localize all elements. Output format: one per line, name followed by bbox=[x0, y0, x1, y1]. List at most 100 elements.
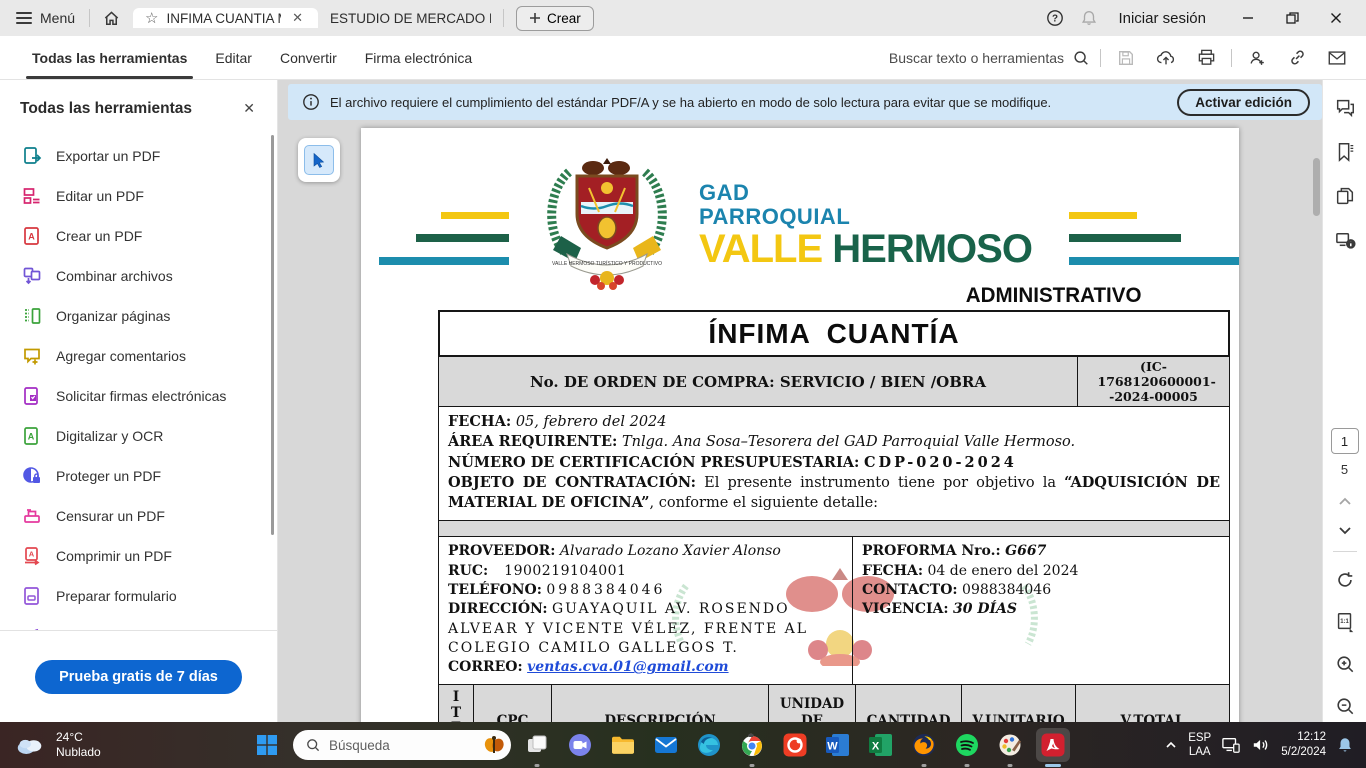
excel-icon: X bbox=[868, 732, 894, 758]
provider-ruc: RUC:1900219104001 bbox=[448, 562, 843, 581]
order-header-row: No. DE ORDEN DE COMPRA: SERVICIO / BIEN … bbox=[438, 357, 1230, 407]
language-indicator[interactable]: ESP LAA bbox=[1188, 731, 1211, 760]
zoom-out-button[interactable] bbox=[1323, 686, 1366, 726]
sidebar-item-comentarios[interactable]: Agregar comentarios bbox=[0, 336, 269, 376]
chrome-button[interactable] bbox=[735, 728, 769, 762]
document-title: ÍNFIMA CUANTÍA bbox=[708, 318, 959, 350]
sidebar-close-icon[interactable]: ✕ bbox=[239, 98, 259, 119]
free-trial-button[interactable]: Prueba gratis de 7 días bbox=[35, 660, 242, 694]
firefox-button[interactable] bbox=[907, 728, 941, 762]
select-tool-widget[interactable] bbox=[298, 138, 340, 182]
toolbar-tab-label: Todas las herramientas bbox=[32, 50, 187, 66]
bookmarks-panel-button[interactable] bbox=[1323, 132, 1366, 172]
enable-editing-button[interactable]: Activar edición bbox=[1177, 89, 1310, 116]
home-button[interactable] bbox=[90, 9, 133, 28]
taskbar-search[interactable]: Búsqueda bbox=[293, 730, 511, 760]
sidebar-item-formulario[interactable]: Preparar formulario bbox=[0, 576, 269, 616]
share-people-button[interactable] bbox=[1242, 43, 1272, 73]
close-button[interactable] bbox=[1316, 2, 1356, 34]
save-button[interactable] bbox=[1111, 43, 1141, 73]
edge-button[interactable] bbox=[692, 728, 726, 762]
toolbar-tab-convertir[interactable]: Convertir bbox=[266, 36, 351, 79]
toolbar-tab-todas[interactable]: Todas las herramientas bbox=[18, 36, 201, 79]
tab-infima-cuantia[interactable]: ☆ INFIMA CUANTIA MA... ✕ bbox=[133, 8, 318, 28]
sidebar-item-censurar[interactable]: Censurar un PDF bbox=[0, 496, 269, 536]
word-button[interactable]: W bbox=[821, 728, 855, 762]
sign-in-button[interactable]: Iniciar sesión bbox=[1118, 10, 1206, 27]
sidebar-item-firmas[interactable]: Solicitar firmas electrónicas bbox=[0, 376, 269, 416]
sidebar-scrollbar[interactable] bbox=[271, 135, 274, 535]
sidebar-item-label: Digitalizar y OCR bbox=[56, 428, 163, 444]
sidebar-tool-list: Exportar un PDF Editar un PDF A Crear un… bbox=[0, 136, 269, 630]
acrobat-button[interactable] bbox=[1036, 728, 1070, 762]
print-production-button[interactable] bbox=[1323, 220, 1366, 260]
page-thumbnails-button[interactable] bbox=[1323, 176, 1366, 216]
sidebar-item-editar[interactable]: Editar un PDF bbox=[0, 176, 269, 216]
clock[interactable]: 12:12 5/2/2024 bbox=[1281, 730, 1326, 760]
comments-panel-button[interactable] bbox=[1323, 88, 1366, 128]
task-view-button[interactable] bbox=[520, 728, 554, 762]
page-number-input[interactable]: 1 bbox=[1331, 428, 1359, 454]
email-button[interactable] bbox=[1322, 43, 1352, 73]
titlebar: Menú ☆ INFIMA CUANTIA MA... ✕ ESTUDIO DE… bbox=[0, 0, 1366, 36]
tab-close-icon[interactable]: ✕ bbox=[289, 8, 306, 28]
notification-center-button[interactable] bbox=[1336, 736, 1354, 754]
firefox-icon bbox=[911, 732, 937, 758]
sidebar-item-comprimir[interactable]: A Comprimir un PDF bbox=[0, 536, 269, 576]
chat-teams-button[interactable] bbox=[563, 728, 597, 762]
fit-page-button[interactable]: 1:1 bbox=[1323, 602, 1366, 642]
letterhead-bar bbox=[441, 212, 509, 219]
print-button[interactable] bbox=[1191, 43, 1221, 73]
create-tab-button[interactable]: Crear bbox=[516, 6, 594, 31]
notifications-button[interactable] bbox=[1074, 3, 1104, 33]
rotate-refresh-button[interactable] bbox=[1323, 560, 1366, 600]
document-pane: El archivo requiere el cumplimiento del … bbox=[278, 80, 1322, 722]
adobe-express-button[interactable] bbox=[778, 728, 812, 762]
col-cantidad: CANTIDAD bbox=[856, 685, 962, 722]
document-scrollbar[interactable] bbox=[1313, 158, 1320, 216]
help-button[interactable]: ? bbox=[1040, 3, 1070, 33]
divider bbox=[1100, 49, 1101, 67]
sidebar-item-ocr[interactable]: A Digitalizar y OCR bbox=[0, 416, 269, 456]
mail-button[interactable] bbox=[649, 728, 683, 762]
excel-button[interactable]: X bbox=[864, 728, 898, 762]
tray-chevron-button[interactable] bbox=[1164, 738, 1178, 752]
toolbar-tab-firma[interactable]: Firma electrónica bbox=[351, 36, 486, 79]
minimize-button[interactable] bbox=[1228, 2, 1268, 34]
restore-button[interactable] bbox=[1272, 2, 1312, 34]
taskbar-weather[interactable]: 24°C Nublado bbox=[0, 730, 250, 760]
sidebar-item-proteger[interactable]: Proteger un PDF bbox=[0, 456, 269, 496]
windows-logo-icon bbox=[256, 734, 278, 756]
export-pdf-icon bbox=[22, 146, 42, 166]
spotify-button[interactable] bbox=[950, 728, 984, 762]
sidebar-item-crear[interactable]: A Crear un PDF bbox=[0, 216, 269, 256]
previous-page-button[interactable] bbox=[1323, 489, 1366, 515]
tab-estudio-mercado[interactable]: ESTUDIO DE MERCADO M... bbox=[318, 11, 503, 26]
sidebar-item-rellenar[interactable]: Rellenar y firmar bbox=[0, 616, 269, 630]
start-button[interactable] bbox=[250, 728, 284, 762]
refresh-icon bbox=[1335, 570, 1355, 590]
cloud-upload-icon bbox=[1156, 48, 1176, 68]
email-link[interactable]: ventas.cva.01@gmail.com bbox=[527, 659, 728, 675]
zoom-in-button[interactable] bbox=[1323, 644, 1366, 684]
language-bottom: LAA bbox=[1188, 745, 1211, 759]
sidebar-item-organizar[interactable]: Organizar páginas bbox=[0, 296, 269, 336]
toolbar-tab-label: Convertir bbox=[280, 50, 337, 66]
toolbar-tab-label: Firma electrónica bbox=[365, 50, 472, 66]
upload-cloud-button[interactable] bbox=[1151, 43, 1181, 73]
paint-button[interactable] bbox=[993, 728, 1027, 762]
star-icon[interactable]: ☆ bbox=[145, 9, 158, 27]
tray-time: 12:12 bbox=[1281, 730, 1326, 745]
menu-button[interactable]: Menú bbox=[0, 10, 89, 26]
search-button[interactable]: Buscar texto o herramientas bbox=[889, 49, 1090, 67]
copy-link-button[interactable] bbox=[1282, 43, 1312, 73]
toolbar-tab-editar[interactable]: Editar bbox=[201, 36, 266, 79]
sidebar-item-combinar[interactable]: Combinar archivos bbox=[0, 256, 269, 296]
volume-button[interactable] bbox=[1251, 736, 1271, 754]
next-page-button[interactable] bbox=[1323, 517, 1366, 543]
provider-correo: CORREO: ventas.cva.01@gmail.com bbox=[448, 658, 843, 677]
file-explorer-button[interactable] bbox=[606, 728, 640, 762]
network-cast-button[interactable] bbox=[1221, 736, 1241, 754]
provider-row: PROVEEDOR: Alvarado Lozano Xavier Alonso… bbox=[438, 537, 1230, 684]
sidebar-item-exportar[interactable]: Exportar un PDF bbox=[0, 136, 269, 176]
